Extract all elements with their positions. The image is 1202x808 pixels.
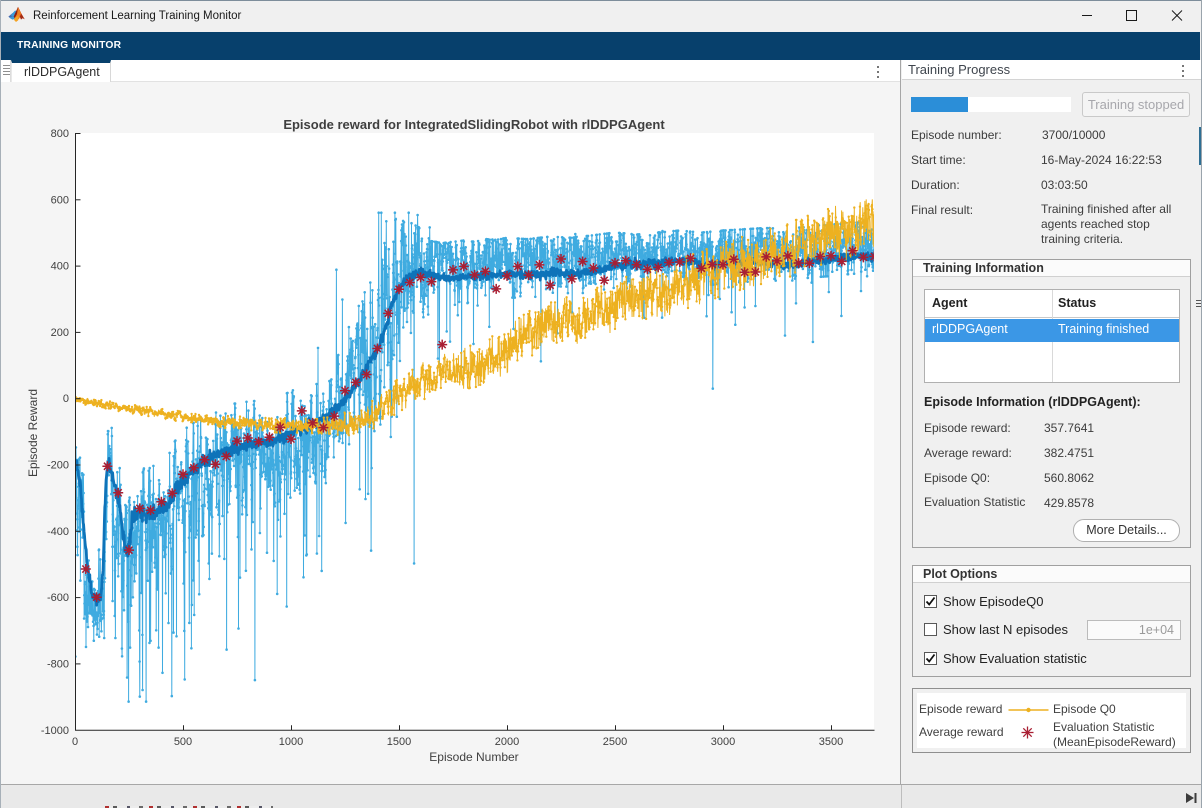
svg-text:2000: 2000 bbox=[495, 736, 519, 748]
svg-text:3000: 3000 bbox=[711, 736, 735, 748]
svg-text:1500: 1500 bbox=[387, 736, 411, 748]
svg-text:800: 800 bbox=[51, 128, 69, 140]
svg-text:400: 400 bbox=[51, 261, 69, 273]
svg-text:200: 200 bbox=[51, 327, 69, 339]
svg-text:-800: -800 bbox=[47, 658, 69, 670]
svg-text:2500: 2500 bbox=[603, 736, 627, 748]
svg-text:0: 0 bbox=[72, 736, 78, 748]
svg-text:Episode Reward: Episode Reward bbox=[26, 389, 40, 477]
svg-text:Episode Number: Episode Number bbox=[429, 750, 518, 764]
svg-text:500: 500 bbox=[174, 736, 192, 748]
svg-text:-600: -600 bbox=[47, 592, 69, 604]
svg-text:0: 0 bbox=[63, 393, 69, 405]
svg-text:-1000: -1000 bbox=[41, 725, 69, 737]
svg-text:Episode reward for IntegratedS: Episode reward for IntegratedSlidingRobo… bbox=[283, 117, 665, 132]
svg-text:1000: 1000 bbox=[279, 736, 303, 748]
svg-text:-400: -400 bbox=[47, 526, 69, 538]
svg-text:3500: 3500 bbox=[819, 736, 843, 748]
svg-text:600: 600 bbox=[51, 194, 69, 206]
svg-text:-200: -200 bbox=[47, 460, 69, 472]
